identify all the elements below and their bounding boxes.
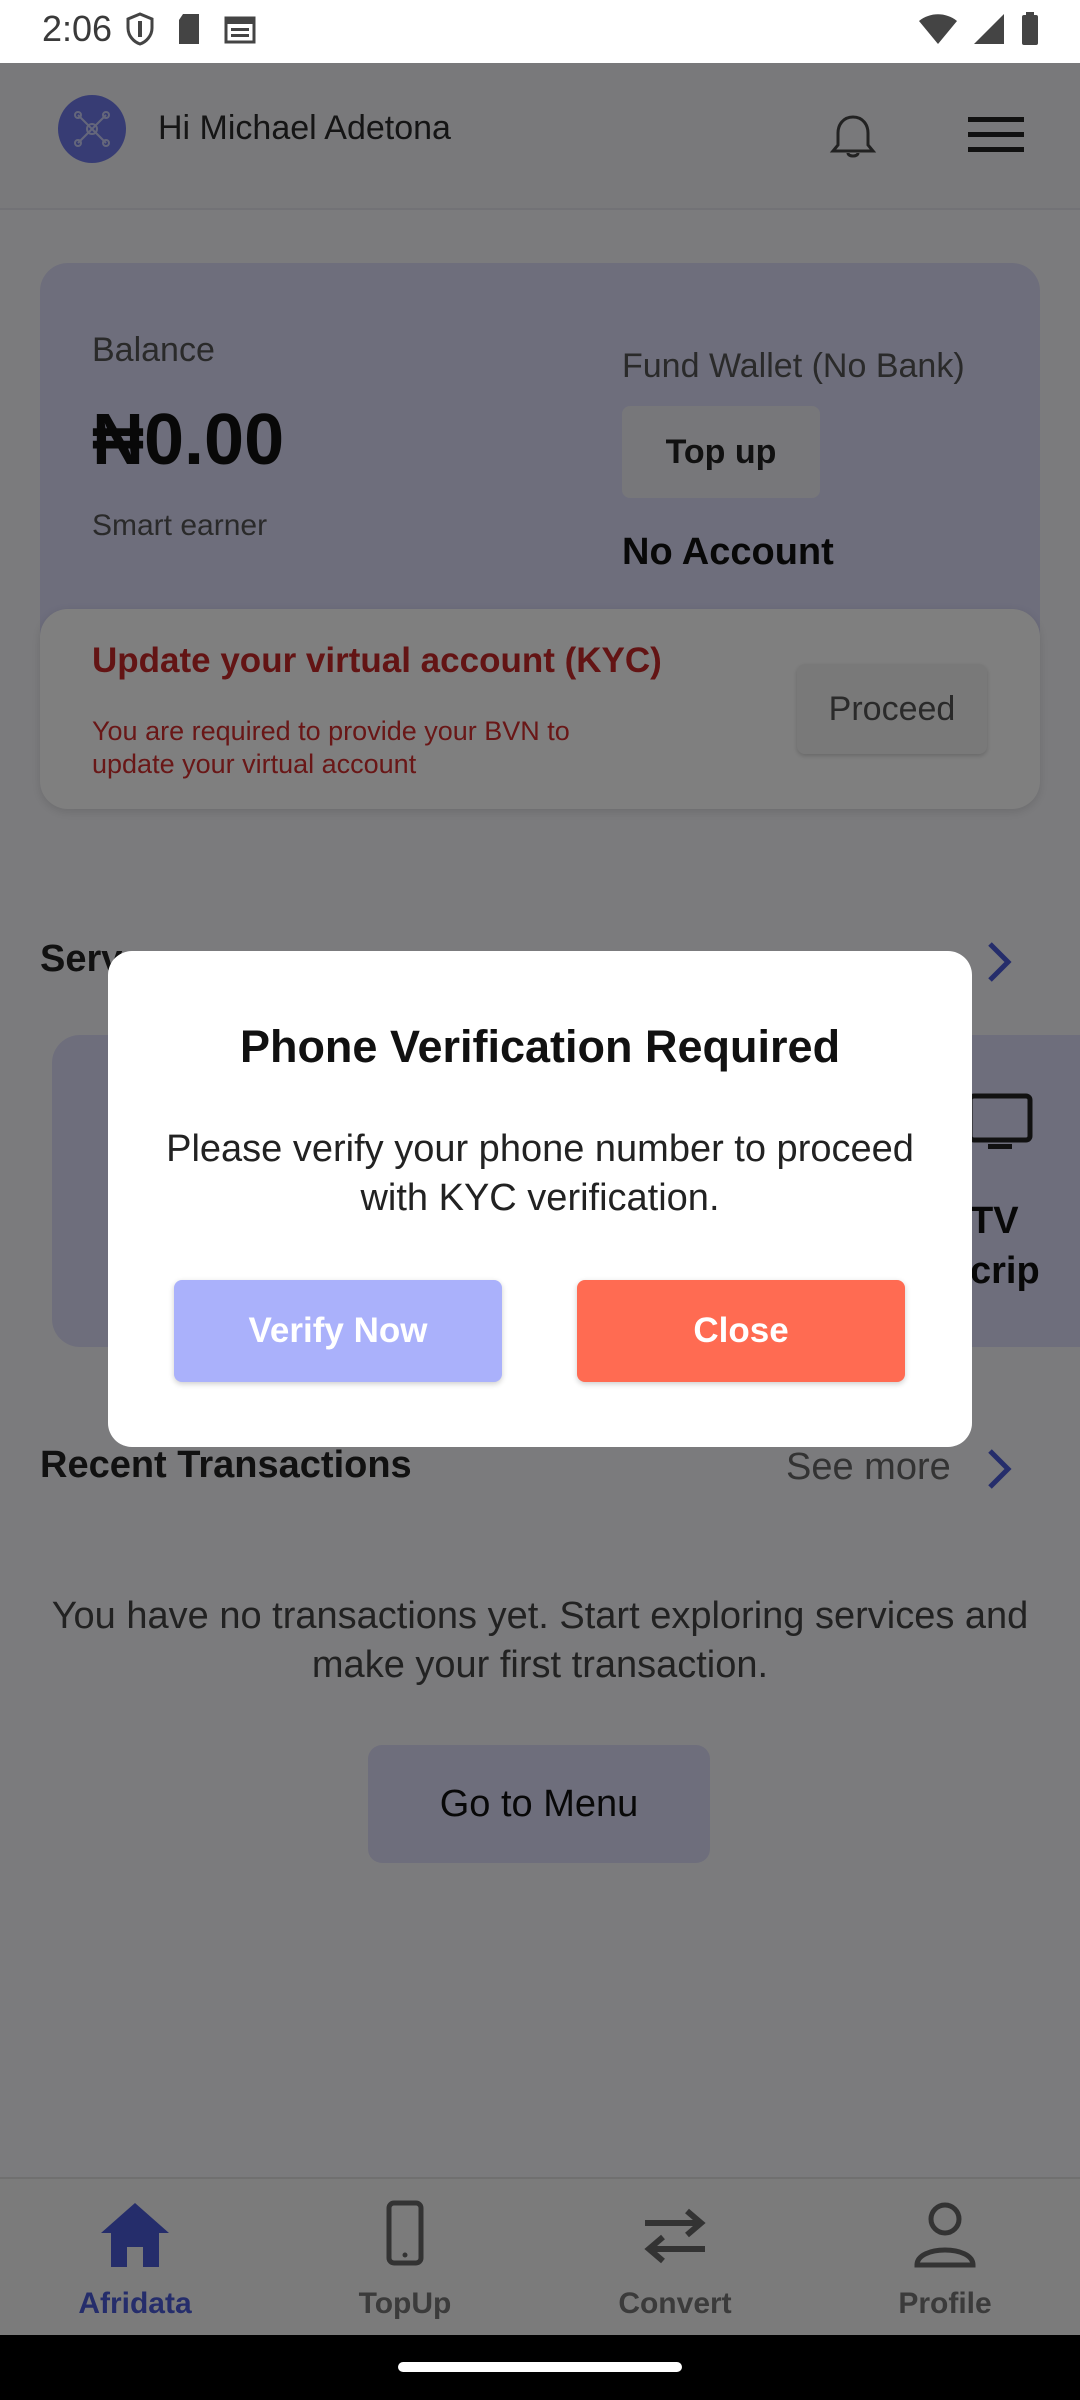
signal-icon	[974, 14, 1004, 44]
sd-card-icon	[179, 14, 199, 44]
close-button[interactable]: Close	[577, 1280, 905, 1382]
wifi-icon	[919, 14, 957, 44]
home-gesture-pill[interactable]	[398, 2362, 682, 2372]
calendar-icon	[224, 16, 256, 44]
status-icons-right	[918, 12, 1040, 46]
phone-verification-dialog: Phone Verification Required Please verif…	[108, 951, 972, 1447]
status-icons-left	[125, 12, 257, 46]
system-nav-bar	[0, 2335, 1080, 2400]
dialog-message: Please verify your phone number to proce…	[166, 1128, 914, 1219]
status-bar: 2:06	[0, 0, 1080, 63]
app-screen: 2:06 Phone Verification Required Please …	[0, 0, 1080, 2400]
dialog-title: Phone Verification Required	[239, 1021, 841, 1072]
shield-icon	[126, 12, 154, 46]
verify-now-button[interactable]: Verify Now	[174, 1280, 502, 1382]
status-time: 2:06	[42, 8, 113, 49]
battery-icon	[1022, 12, 1038, 45]
